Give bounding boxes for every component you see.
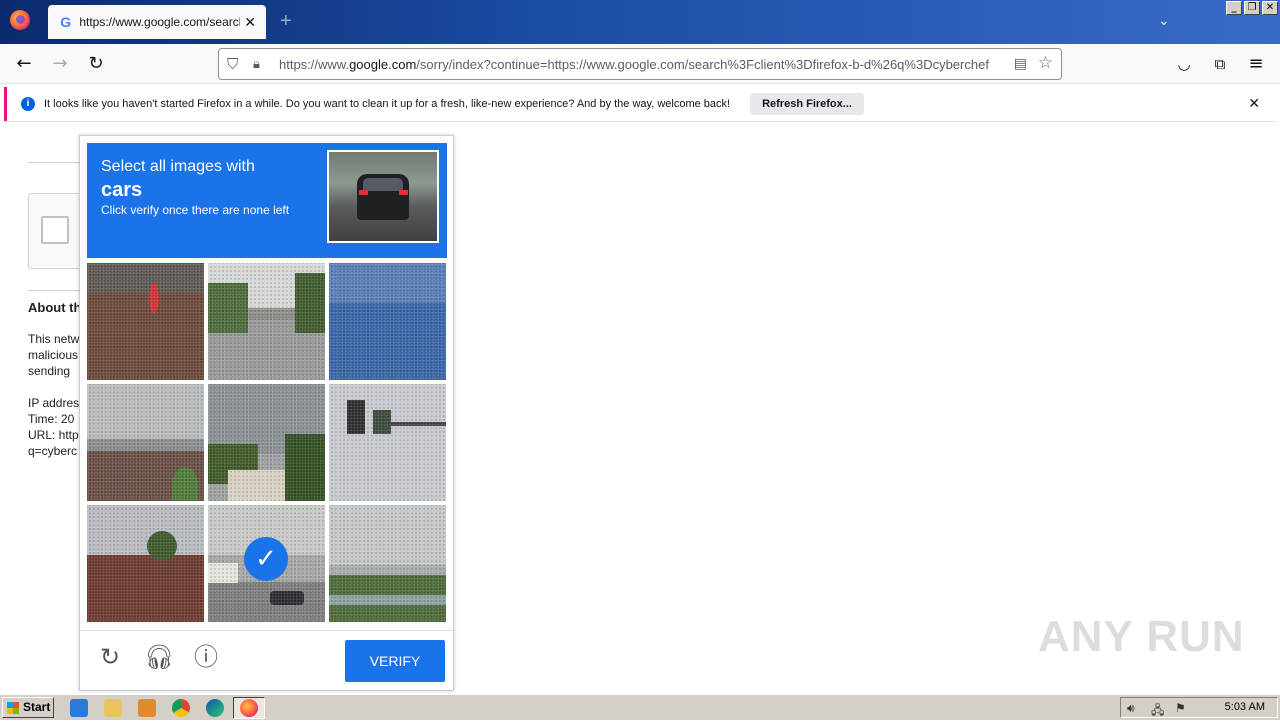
- minimize-icon[interactable]: _: [1226, 1, 1242, 15]
- edge-icon[interactable]: [206, 699, 224, 717]
- help-info-icon[interactable]: ⓘ: [192, 643, 220, 671]
- car-taillight: [399, 190, 408, 195]
- back-icon[interactable]: ←: [14, 54, 34, 74]
- media-player-icon[interactable]: [138, 699, 156, 717]
- recaptcha-checkbox[interactable]: [41, 216, 69, 244]
- captcha-hint: Click verify once there are none left: [101, 203, 290, 217]
- start-button[interactable]: Start: [2, 697, 54, 718]
- reload-icon[interactable]: ↻: [86, 54, 106, 74]
- volume-icon[interactable]: 🔊︎: [1127, 701, 1135, 716]
- anyrun-watermark: ANY RUN: [1038, 612, 1245, 661]
- taskbar-clock[interactable]: 5:03 AM: [1225, 701, 1265, 713]
- network-icon[interactable]: 🖧: [1151, 701, 1164, 722]
- ie-icon[interactable]: [70, 699, 88, 717]
- firefox-taskbar-button[interactable]: [233, 697, 265, 719]
- captcha-tile-9[interactable]: [329, 505, 446, 622]
- reader-view-icon[interactable]: ▤: [1014, 55, 1027, 72]
- audio-challenge-icon[interactable]: 🎧︎: [144, 643, 174, 671]
- url-text[interactable]: https://www.google.com/sorry/index?conti…: [279, 57, 999, 72]
- notification-close-icon[interactable]: ✕: [1248, 95, 1260, 112]
- close-window-icon[interactable]: ✕: [1262, 1, 1278, 15]
- captcha-tile-1[interactable]: [87, 263, 204, 380]
- captcha-sample-image: [327, 150, 439, 243]
- refresh-firefox-button[interactable]: Refresh Firefox...: [750, 93, 864, 115]
- forward-icon[interactable]: →: [50, 54, 70, 74]
- url-bar[interactable]: ⛉ 🔒︎ https://www.google.com/sorry/index?…: [218, 48, 1062, 80]
- captcha-tile-6[interactable]: [329, 384, 446, 501]
- lock-icon[interactable]: 🔒︎: [253, 57, 269, 72]
- windows-taskbar: Start 🔊︎ 🖧 ⚑ 5:03 AM: [0, 694, 1280, 720]
- captcha-image-grid: ✓: [87, 263, 447, 623]
- new-tab-icon[interactable]: +: [280, 10, 292, 33]
- extensions-icon[interactable]: ⧉: [1210, 54, 1230, 74]
- notification-bar: i It looks like you haven't started Fire…: [4, 87, 1276, 121]
- captcha-tile-2[interactable]: [208, 263, 325, 380]
- tab-close-icon[interactable]: ✕: [244, 14, 256, 31]
- car-taillight: [359, 190, 368, 195]
- bookmark-star-icon[interactable]: ☆: [1038, 53, 1053, 73]
- captcha-tile-5[interactable]: [208, 384, 325, 501]
- captcha-tile-8-selected[interactable]: ✓: [208, 505, 325, 622]
- menu-icon[interactable]: ≡: [1246, 54, 1266, 74]
- captcha-target: cars: [101, 179, 143, 201]
- action-center-flag-icon[interactable]: ⚑: [1175, 701, 1186, 715]
- explorer-folder-icon[interactable]: [104, 699, 122, 717]
- captcha-instruction: Select all images with: [101, 158, 255, 175]
- notification-message: It looks like you haven't started Firefo…: [44, 98, 731, 110]
- captcha-tile-3[interactable]: [329, 263, 446, 380]
- list-all-tabs-icon[interactable]: ⌄: [1158, 12, 1170, 29]
- tracking-protection-shield-icon[interactable]: ⛉: [227, 55, 245, 73]
- verify-button[interactable]: VERIFY: [345, 640, 445, 682]
- pocket-icon[interactable]: ◡: [1174, 54, 1194, 74]
- restore-icon[interactable]: ❐: [1244, 1, 1260, 15]
- car-window: [363, 178, 403, 191]
- navigation-toolbar: ← → ↻ ⛉ 🔒︎ https://www.google.com/sorry/…: [0, 44, 1280, 84]
- captcha-footer: ↻ 🎧︎ ⓘ VERIFY: [80, 630, 453, 690]
- browser-tab[interactable]: G https://www.google.com/search?c ✕: [48, 5, 266, 39]
- selected-check-icon: ✓: [244, 537, 288, 581]
- browser-titlebar: G https://www.google.com/search?c ✕ + ⌄ …: [0, 0, 1280, 44]
- captcha-tile-4[interactable]: [87, 384, 204, 501]
- captcha-challenge: Select all images with cars Click verify…: [79, 135, 454, 691]
- captcha-tile-7[interactable]: [87, 505, 204, 622]
- google-favicon-icon: G: [60, 14, 72, 30]
- reload-challenge-icon[interactable]: ↻: [96, 643, 124, 671]
- info-icon: i: [21, 97, 35, 111]
- firefox-logo-icon[interactable]: [10, 10, 30, 30]
- captcha-header: Select all images with cars Click verify…: [87, 143, 447, 258]
- chrome-icon[interactable]: [172, 699, 190, 717]
- firefox-icon: [240, 699, 258, 717]
- tab-title: https://www.google.com/search?c: [79, 15, 241, 29]
- system-tray: 🔊︎ 🖧 ⚑ 5:03 AM: [1120, 697, 1278, 718]
- window-controls: _ ❐ ✕: [1226, 1, 1278, 15]
